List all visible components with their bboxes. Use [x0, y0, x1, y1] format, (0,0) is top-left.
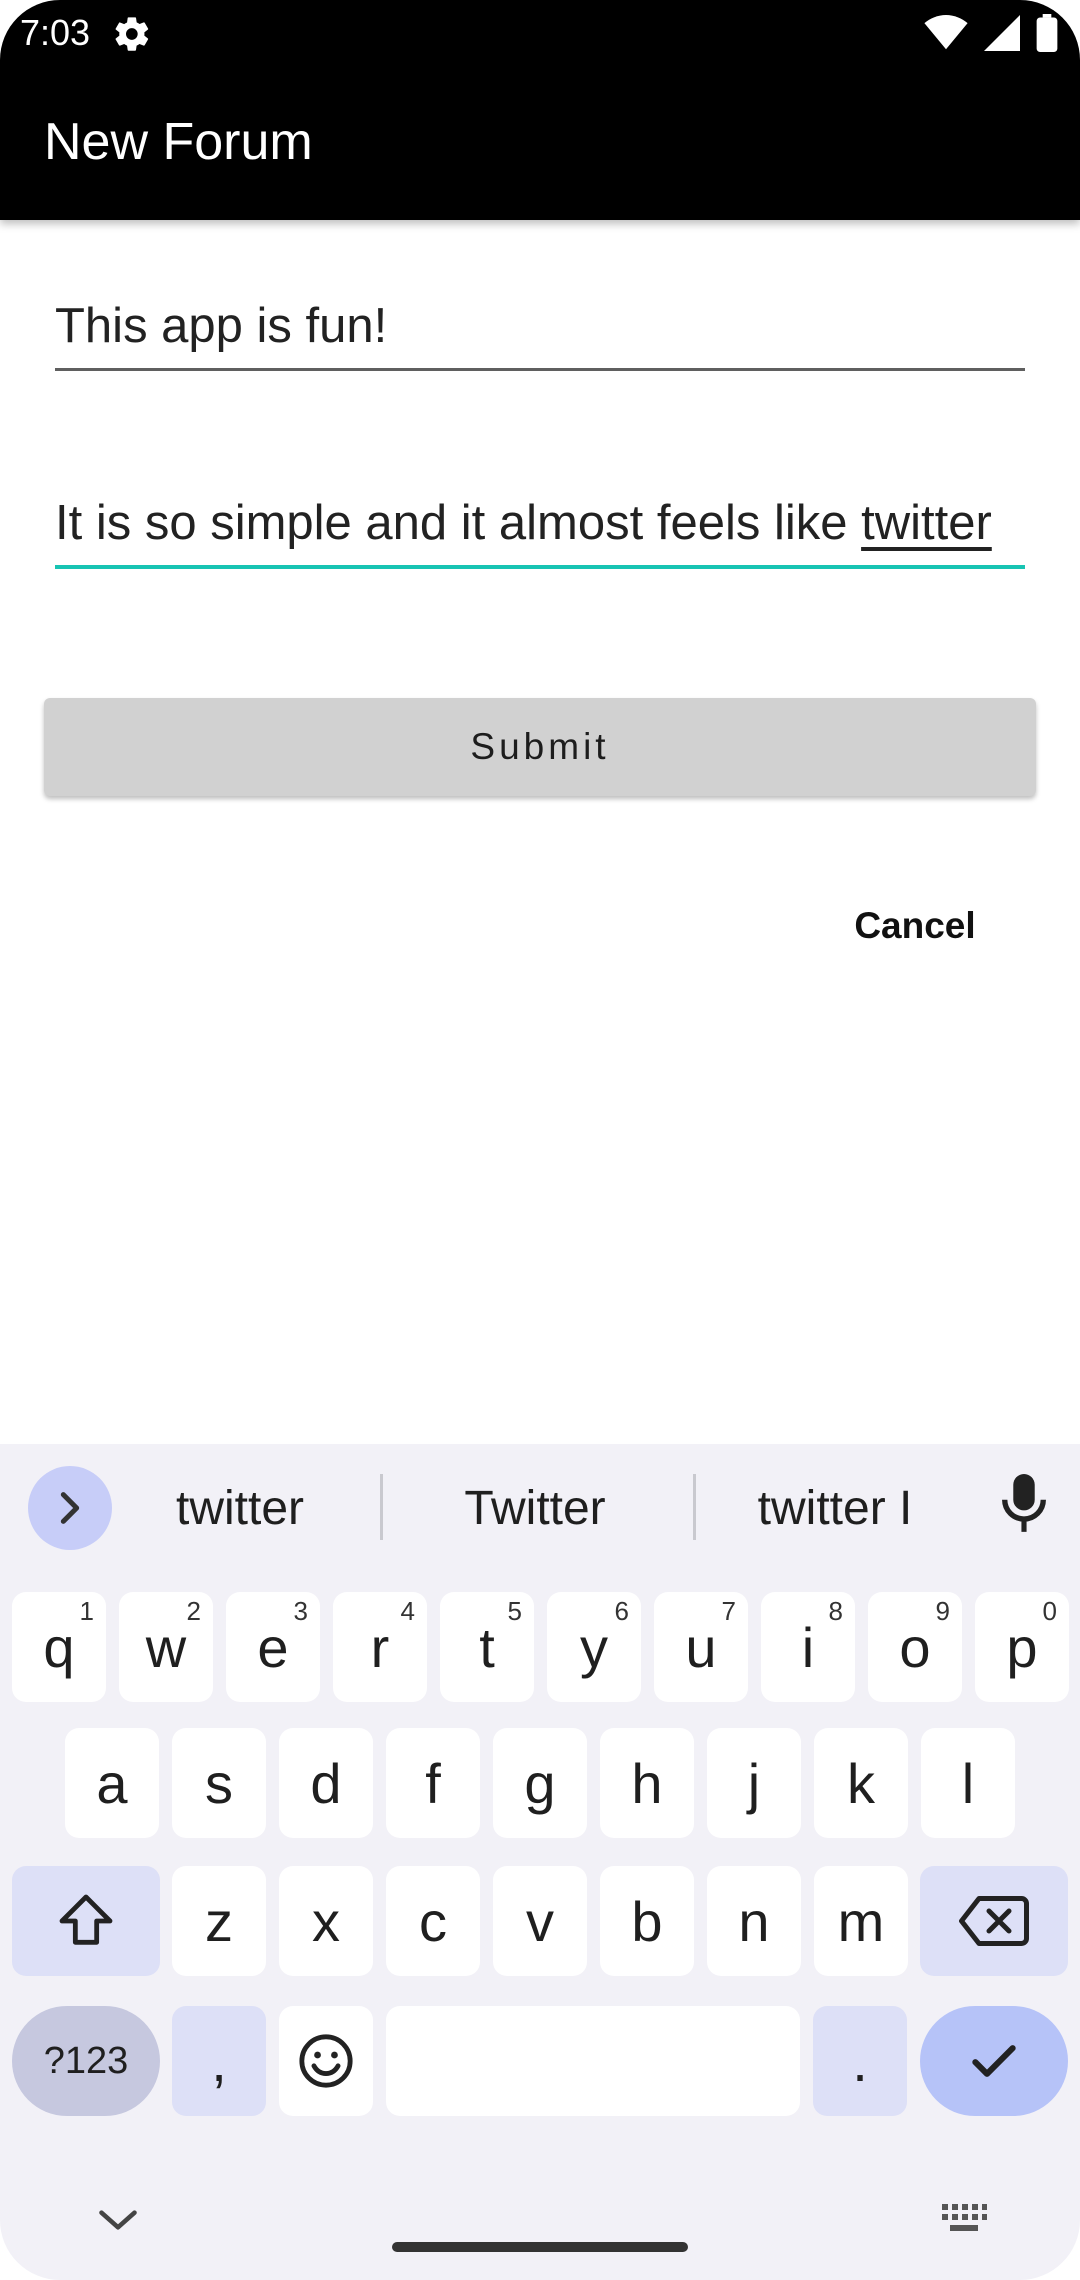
emoji-icon [299, 2034, 353, 2088]
enter-key[interactable] [920, 2006, 1068, 2116]
key-hint: 5 [507, 1596, 522, 1626]
shift-icon [59, 1894, 113, 1945]
key-hint: 6 [614, 1596, 629, 1626]
key-hint: 4 [400, 1596, 415, 1626]
app-toolbar: New Forum [0, 66, 1080, 220]
body-input-value: It is so simple and it almost feels like… [55, 495, 1025, 565]
key-label: q [43, 1615, 75, 1679]
key-hint: 0 [1042, 1596, 1057, 1626]
chevron-right-icon [60, 1492, 80, 1524]
key-k[interactable]: k [814, 1728, 908, 1838]
key-u[interactable]: u7 [654, 1592, 748, 1702]
key-j[interactable]: j [707, 1728, 801, 1838]
soft-keyboard: twitter Twitter twitter I q1 w2 e3 r4 t5… [0, 1444, 1080, 2280]
key-label: i [801, 1615, 815, 1679]
comma-key[interactable]: , [172, 2006, 266, 2116]
wifi-icon [924, 15, 968, 50]
suggestion-3[interactable]: twitter I [720, 1478, 950, 1538]
key-c[interactable]: c [386, 1866, 480, 1976]
spacebar-key[interactable] [386, 2006, 800, 2116]
key-o[interactable]: o9 [868, 1592, 962, 1702]
body-input-text: It is so simple and it almost feels like [55, 496, 862, 550]
key-hint: 3 [293, 1596, 308, 1626]
suggestion-strip: twitter Twitter twitter I [0, 1444, 1080, 1569]
status-icons [924, 14, 1058, 52]
key-p[interactable]: p0 [975, 1592, 1069, 1702]
key-q[interactable]: q1 [12, 1592, 106, 1702]
cancel-button[interactable]: Cancel [830, 894, 1000, 958]
composing-word: twitter [861, 496, 992, 550]
key-m[interactable]: m [814, 1866, 908, 1976]
suggestion-1[interactable]: twitter [140, 1478, 340, 1538]
key-y[interactable]: y6 [547, 1592, 641, 1702]
backspace-icon [959, 1896, 1029, 1946]
key-label: o [899, 1615, 931, 1679]
key-l[interactable]: l [921, 1728, 1015, 1838]
suggestion-divider [693, 1474, 696, 1540]
key-f[interactable]: f [386, 1728, 480, 1838]
key-v[interactable]: v [493, 1866, 587, 1976]
key-label: t [479, 1615, 495, 1679]
key-b[interactable]: b [600, 1866, 694, 1976]
key-x[interactable]: x [279, 1866, 373, 1976]
backspace-key[interactable] [920, 1866, 1068, 1976]
key-hint: 1 [79, 1596, 94, 1626]
keyboard-icon[interactable] [940, 2202, 988, 2234]
title-input-value: This app is fun! [55, 299, 388, 353]
cellular-signal-icon [984, 15, 1020, 51]
key-w[interactable]: w2 [119, 1592, 213, 1702]
home-indicator[interactable] [392, 2242, 688, 2252]
status-bar: 7:03 [0, 0, 1080, 66]
settings-gear-icon [115, 17, 149, 51]
screen: 7:03 New Forum This app is fun! It is so… [0, 0, 1080, 2280]
key-s[interactable]: s [172, 1728, 266, 1838]
title-input[interactable]: This app is fun! [55, 298, 1025, 371]
key-i[interactable]: i8 [761, 1592, 855, 1702]
key-d[interactable]: d [279, 1728, 373, 1838]
key-hint: 7 [721, 1596, 736, 1626]
key-label: w [145, 1615, 187, 1679]
key-label: e [257, 1615, 289, 1679]
suggestion-2[interactable]: Twitter [420, 1478, 650, 1538]
submit-button[interactable]: Submit [44, 698, 1036, 796]
key-n[interactable]: n [707, 1866, 801, 1976]
body-input[interactable]: It is so simple and it almost feels like… [55, 495, 1025, 569]
key-label: p [1006, 1615, 1038, 1679]
key-g[interactable]: g [493, 1728, 587, 1838]
key-r[interactable]: r4 [333, 1592, 427, 1702]
checkmark-icon [972, 2045, 1016, 2077]
page-title: New Forum [44, 113, 313, 171]
key-t[interactable]: t5 [440, 1592, 534, 1702]
key-a[interactable]: a [65, 1728, 159, 1838]
key-label: r [370, 1615, 390, 1679]
key-hint: 8 [828, 1596, 843, 1626]
key-label: u [685, 1615, 717, 1679]
symbols-key[interactable]: ?123 [12, 2006, 160, 2116]
chevron-down-icon[interactable] [96, 2206, 140, 2234]
key-e[interactable]: e3 [226, 1592, 320, 1702]
suggestion-divider [380, 1474, 383, 1540]
key-hint: 9 [935, 1596, 950, 1626]
key-z[interactable]: z [172, 1866, 266, 1976]
key-hint: 2 [186, 1596, 201, 1626]
key-h[interactable]: h [600, 1728, 694, 1838]
microphone-icon[interactable] [998, 1474, 1050, 1534]
key-label: y [580, 1615, 608, 1679]
period-key[interactable]: . [813, 2006, 907, 2116]
emoji-key[interactable] [279, 2006, 373, 2116]
status-time: 7:03 [20, 12, 91, 53]
shift-key[interactable] [12, 1866, 160, 1976]
battery-icon [1036, 14, 1058, 52]
keyboard-expand-button[interactable] [28, 1466, 112, 1550]
